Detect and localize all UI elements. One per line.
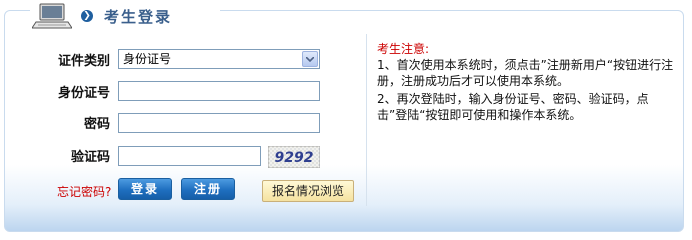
captcha-code: 9292 <box>275 150 314 166</box>
captcha-image[interactable]: 9292 <box>268 146 320 168</box>
page-title: 考生登录 <box>104 8 173 26</box>
id-type-label: 证件类别 <box>57 54 110 69</box>
notice-item-2: 2、再次登陆时，输入身份证号、密码、验证码，点击”登陆“按钮即可使用和操作本系统… <box>377 92 649 122</box>
chevron-down-icon[interactable] <box>302 51 318 67</box>
id-type-value: 身份证号 <box>123 52 172 66</box>
password-label: 密码 <box>83 117 110 132</box>
login-button[interactable]: 登录 <box>118 178 172 200</box>
column-divider <box>366 34 367 206</box>
id-number-label: 身份证号 <box>57 86 110 101</box>
id-type-select[interactable]: 身份证号 <box>118 49 320 69</box>
notice-title: 考生注意: <box>377 42 430 56</box>
status-browse-button[interactable]: 报名情况浏览 <box>262 180 354 202</box>
notice-item-1: 1、首次使用本系统时，须点击”注册新用户“按钮进行注册，注册成功后才可以使用本系… <box>377 58 674 88</box>
id-number-input[interactable] <box>118 81 320 101</box>
laptop-icon <box>32 3 72 29</box>
captcha-label: 验证码 <box>70 150 110 165</box>
forgot-password-link[interactable]: 忘记密码? <box>57 183 111 200</box>
register-button[interactable]: 注册 <box>181 178 235 200</box>
chevron-right-icon: ❯ <box>81 10 93 22</box>
captcha-input[interactable] <box>118 146 261 166</box>
password-input[interactable] <box>118 113 320 133</box>
